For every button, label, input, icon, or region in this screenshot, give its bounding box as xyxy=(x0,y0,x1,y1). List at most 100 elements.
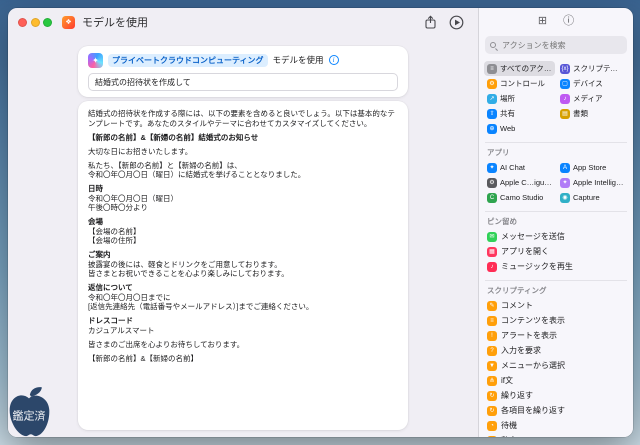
titlebar: ❖ モデルを使用 xyxy=(8,8,478,36)
action-number[interactable]: #数字 xyxy=(484,433,628,437)
action-ask-for-input[interactable]: ?入力を要求 xyxy=(484,343,628,358)
result-line: 令和〇年〇月〇日（曜日） xyxy=(88,194,398,204)
category-documents[interactable]: ▤書類 xyxy=(557,106,628,121)
section-divider xyxy=(485,142,627,143)
category-label: 書類 xyxy=(573,108,588,119)
action-repeat[interactable]: ↻繰り返す xyxy=(484,388,628,403)
play-icon xyxy=(449,15,464,30)
action-play-music[interactable]: ♪ミュージックを再生 xyxy=(484,259,628,274)
minimize-button[interactable] xyxy=(31,18,40,27)
result-block: 私たち、【新郎の名前】と【新婦の名前】は、令和〇年〇月〇日（曜日）に結婚式を挙げ… xyxy=(88,161,398,180)
action-header: ✦ プライベートクラウドコンピューティング モデルを使用 i xyxy=(88,52,398,68)
result-line: 令和〇年〇月〇日（曜日）に結婚式を挙げることとなりました。 xyxy=(88,170,398,180)
documents-icon: ▤ xyxy=(560,109,570,119)
ai-chat-icon: ✦ xyxy=(487,163,497,173)
action-send-message[interactable]: ✉メッセージを送信 xyxy=(484,229,628,244)
category-scripting[interactable]: {x}スクリプティング xyxy=(557,61,628,76)
action-wait[interactable]: ◔待機 xyxy=(484,418,628,433)
search-field[interactable] xyxy=(485,36,627,54)
info-circle-icon[interactable]: ⓘ xyxy=(563,16,574,27)
action-label: Apple C…igurator xyxy=(500,178,552,187)
show-alert-icon: ! xyxy=(487,331,497,341)
category-label: 場所 xyxy=(500,93,515,104)
zoom-button[interactable] xyxy=(43,18,52,27)
result-block: 返信について令和〇年〇月〇日までに[返信先連絡先（電話番号やメールアドレス）]ま… xyxy=(88,283,398,312)
section-label: アプリ xyxy=(487,147,625,158)
category-grid: ≡すべてのアクシ…{x}スクリプティング⚙コントロール▢デバイス↗場所♪メディア… xyxy=(484,61,628,136)
result-line: 大切な日にお招きいたします。 xyxy=(88,147,398,157)
result-line: 午後〇時〇分より xyxy=(88,203,398,213)
action-label: アプリを開く xyxy=(501,246,549,257)
category-web[interactable]: ⊕Web xyxy=(484,121,555,136)
action-show-alert[interactable]: !アラートを表示 xyxy=(484,328,628,343)
action-label: App Store xyxy=(573,163,606,172)
result-block: 【新郎の名前】&【新婦の名前】 xyxy=(88,354,398,364)
section-label: ピン留め xyxy=(487,216,625,227)
action-open-app[interactable]: ▦ アプリを開く xyxy=(484,244,628,259)
category-locations[interactable]: ↗場所 xyxy=(484,91,555,106)
prompt-input[interactable] xyxy=(88,73,398,91)
editor-column: ❖ モデルを使用 xyxy=(8,8,478,437)
category-all-actions[interactable]: ≡すべてのアクシ… xyxy=(484,61,555,76)
run-button[interactable] xyxy=(448,14,464,30)
repeat-with-each-icon: ↻ xyxy=(487,406,497,416)
action-label: 待機 xyxy=(501,420,517,431)
section-divider xyxy=(485,211,627,212)
repeat-icon: ↻ xyxy=(487,391,497,401)
result-heading: ドレスコード xyxy=(88,316,398,326)
category-label: Web xyxy=(500,124,515,133)
show-content-icon: ≡ xyxy=(487,316,497,326)
category-sharing[interactable]: ⇧共有 xyxy=(484,106,555,121)
result-block: 会場【会場の名前】【会場の住所】 xyxy=(88,217,398,246)
action-ai-chat[interactable]: ✦AI Chat xyxy=(484,160,555,175)
scripting-icon: {x} xyxy=(560,64,570,74)
action-label: AI Chat xyxy=(500,163,525,172)
action-comment[interactable]: ✎コメント xyxy=(484,298,628,313)
section-items: ✦AI ChatAApp Store⚙Apple C…igurator✦Appl… xyxy=(484,160,628,205)
action-show-content[interactable]: ≡コンテンツを表示 xyxy=(484,313,628,328)
apple-intelligence-icon: ✦ xyxy=(560,178,570,188)
open-app-icon: ▦ xyxy=(487,247,497,257)
action-label: 各項目を繰り返す xyxy=(501,405,565,416)
use-model-action-card[interactable]: ✦ プライベートクラウドコンピューティング モデルを使用 i xyxy=(78,46,408,97)
category-media[interactable]: ♪メディア xyxy=(557,91,628,106)
search-input[interactable] xyxy=(500,40,622,51)
category-label: すべてのアクシ… xyxy=(500,63,552,74)
action-if-statement[interactable]: ⋔if文 xyxy=(484,373,628,388)
result-block: 大切な日にお招きいたします。 xyxy=(88,147,398,157)
close-button[interactable] xyxy=(18,18,27,27)
action-app-store[interactable]: AApp Store xyxy=(557,160,628,175)
sidebar-sections: アプリ✦AI ChatAApp Store⚙Apple C…igurator✦A… xyxy=(479,136,633,437)
devices-icon: ▢ xyxy=(560,79,570,89)
category-label: スクリプティング xyxy=(573,63,625,74)
window-title: モデルを使用 xyxy=(82,14,148,30)
sidebar-header: ⊞ ⓘ xyxy=(479,8,633,34)
action-capture[interactable]: ◉Capture xyxy=(557,190,628,205)
app-store-icon: A xyxy=(560,163,570,173)
action-apple-configurator[interactable]: ⚙Apple C…igurator xyxy=(484,175,555,190)
category-label: デバイス xyxy=(573,78,603,89)
action-camo-studio[interactable]: CCamo Studio xyxy=(484,190,555,205)
category-devices[interactable]: ▢デバイス xyxy=(557,76,628,91)
result-heading: 【新郎の名前】&【新婦の名前】結婚式のお知らせ xyxy=(88,133,398,143)
model-token[interactable]: プライベートクラウドコンピューティング xyxy=(108,54,268,67)
library-icon[interactable]: ⊞ xyxy=(538,16,547,27)
action-repeat-with-each[interactable]: ↻ 各項目を繰り返す xyxy=(484,403,628,418)
category-controls[interactable]: ⚙コントロール xyxy=(484,76,555,91)
comment-icon: ✎ xyxy=(487,301,497,311)
result-line: 結婚式の招待状を作成する際には、以下の要素を含めると良いでしょう。以下は基本的な… xyxy=(88,109,398,128)
share-icon xyxy=(424,15,437,29)
info-icon[interactable]: i xyxy=(329,55,339,65)
locations-icon: ↗ xyxy=(487,94,497,104)
category-label: メディア xyxy=(573,93,602,104)
result-heading: 日時 xyxy=(88,184,398,194)
result-block: 皆さまのご出席を心よりお待ちしております。 xyxy=(88,340,398,350)
watermark-text: 鑑定済 xyxy=(12,409,45,423)
action-choose-from-menu[interactable]: ▼メニューから選択 xyxy=(484,358,628,373)
camo-studio-icon: C xyxy=(487,193,497,203)
result-heading: 会場 xyxy=(88,217,398,227)
share-button[interactable] xyxy=(422,14,438,30)
result-line: 【新郎の名前】&【新婦の名前】 xyxy=(88,354,398,364)
action-apple-intelligence[interactable]: ✦Apple Intelligence xyxy=(557,175,628,190)
result-card[interactable]: 結婚式の招待状を作成する際には、以下の要素を含めると良いでしょう。以下は基本的な… xyxy=(78,101,408,430)
